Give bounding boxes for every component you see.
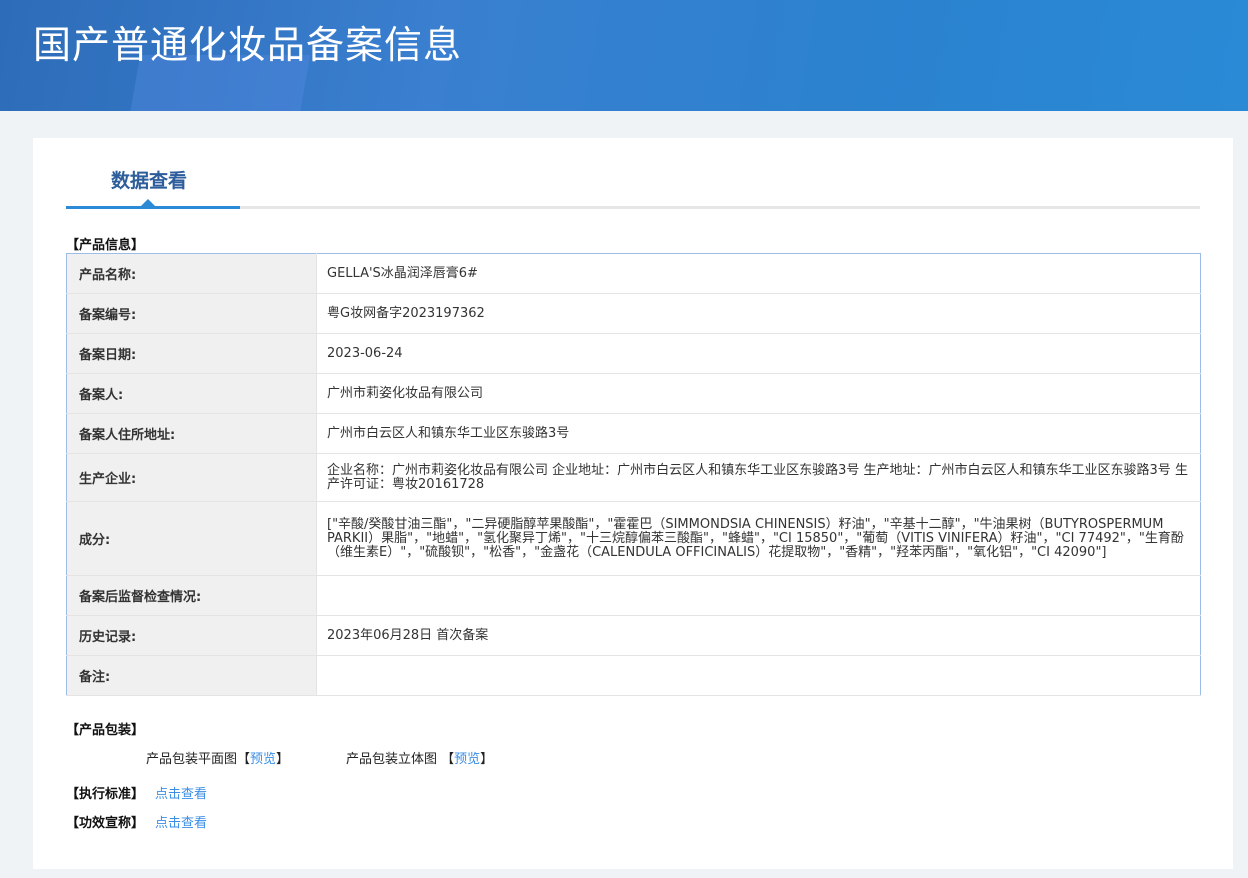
packaging-heading: 【产品包装】 <box>66 723 145 738</box>
row-label: 备案日期: <box>66 333 317 374</box>
tab-arrow-icon <box>141 199 155 206</box>
packaging-flat-label: 产品包装平面图 <box>146 752 238 767</box>
product-info-heading: 【产品信息】 <box>66 238 145 253</box>
row-value: ["辛酸/癸酸甘油三酯"，"二异硬脂醇苹果酸酯"，"霍霍巴（SIMMONDSIA… <box>316 501 1201 576</box>
row-label: 备案后监督检查情况: <box>66 575 317 616</box>
packaging-solid-label: 产品包装立体图 <box>346 752 442 767</box>
row-value: 2023-06-24 <box>316 333 1201 374</box>
packaging-solid: 产品包装立体图 【预览】 <box>346 752 494 767</box>
tab-underline <box>66 199 1200 209</box>
packaging-solid-preview-link[interactable]: 预览 <box>454 752 480 767</box>
row-label: 备案人住所地址: <box>66 413 317 454</box>
table-row: 备注: <box>66 655 1201 696</box>
packaging-flat-preview-link[interactable]: 预览 <box>250 752 276 767</box>
table-row: 备案人: 广州市莉姿化妆品有限公司 <box>66 373 1201 414</box>
content-card: 数据查看 【产品信息】 产品名称: GELLA'S冰晶润泽唇膏6# 备案编号: 粤G妆… <box>33 138 1233 869</box>
row-label: 备案编号: <box>66 293 317 334</box>
row-value: GELLA'S冰晶润泽唇膏6# <box>316 253 1201 294</box>
row-value: 广州市白云区人和镇东华工业区东骏路3号 <box>316 413 1201 454</box>
table-row: 备案编号: 粤G妆网备字2023197362 <box>66 293 1201 334</box>
row-label: 备注: <box>66 655 317 696</box>
table-row: 备案后监督检查情况: <box>66 575 1201 616</box>
row-value: 粤G妆网备字2023197362 <box>316 293 1201 334</box>
standard-view-link[interactable]: 点击查看 <box>155 783 207 802</box>
row-value: 企业名称：广州市莉姿化妆品有限公司 企业地址：广州市白云区人和镇东华工业区东骏路… <box>316 453 1201 502</box>
tab-data-view[interactable]: 数据查看 <box>111 166 187 193</box>
row-value: 2023年06月28日 首次备案 <box>316 615 1201 656</box>
table-row: 备案日期: 2023-06-24 <box>66 333 1201 374</box>
row-label: 生产企业: <box>66 453 317 502</box>
header-banner: 国产普通化妆品备案信息 <box>0 0 1248 111</box>
row-label: 历史记录: <box>66 615 317 656</box>
claims-heading: 【功效宣称】 <box>66 816 145 831</box>
standard-heading: 【执行标准】 <box>66 787 145 802</box>
table-row: 备案人住所地址: 广州市白云区人和镇东华工业区东骏路3号 <box>66 413 1201 454</box>
row-label: 产品名称: <box>66 253 317 294</box>
row-label: 成分: <box>66 501 317 576</box>
table-row: 成分: ["辛酸/癸酸甘油三酯"，"二异硬脂醇苹果酸酯"，"霍霍巴（SIMMOND… <box>66 501 1201 576</box>
claims-view-link[interactable]: 点击查看 <box>155 812 207 831</box>
packaging-flat: 产品包装平面图【预览】 <box>146 752 290 767</box>
row-value <box>316 575 1201 616</box>
page-title: 国产普通化妆品备案信息 <box>33 23 463 67</box>
product-info-table: 产品名称: GELLA'S冰晶润泽唇膏6# 备案编号: 粤G妆网备字202319736… <box>66 253 1201 696</box>
table-row: 生产企业: 企业名称：广州市莉姿化妆品有限公司 企业地址：广州市白云区人和镇东华工… <box>66 453 1201 502</box>
row-label: 备案人: <box>66 373 317 414</box>
row-value: 广州市莉姿化妆品有限公司 <box>316 373 1201 414</box>
row-value <box>316 655 1201 696</box>
table-row: 历史记录: 2023年06月28日 首次备案 <box>66 615 1201 656</box>
table-row: 产品名称: GELLA'S冰晶润泽唇膏6# <box>66 253 1201 294</box>
